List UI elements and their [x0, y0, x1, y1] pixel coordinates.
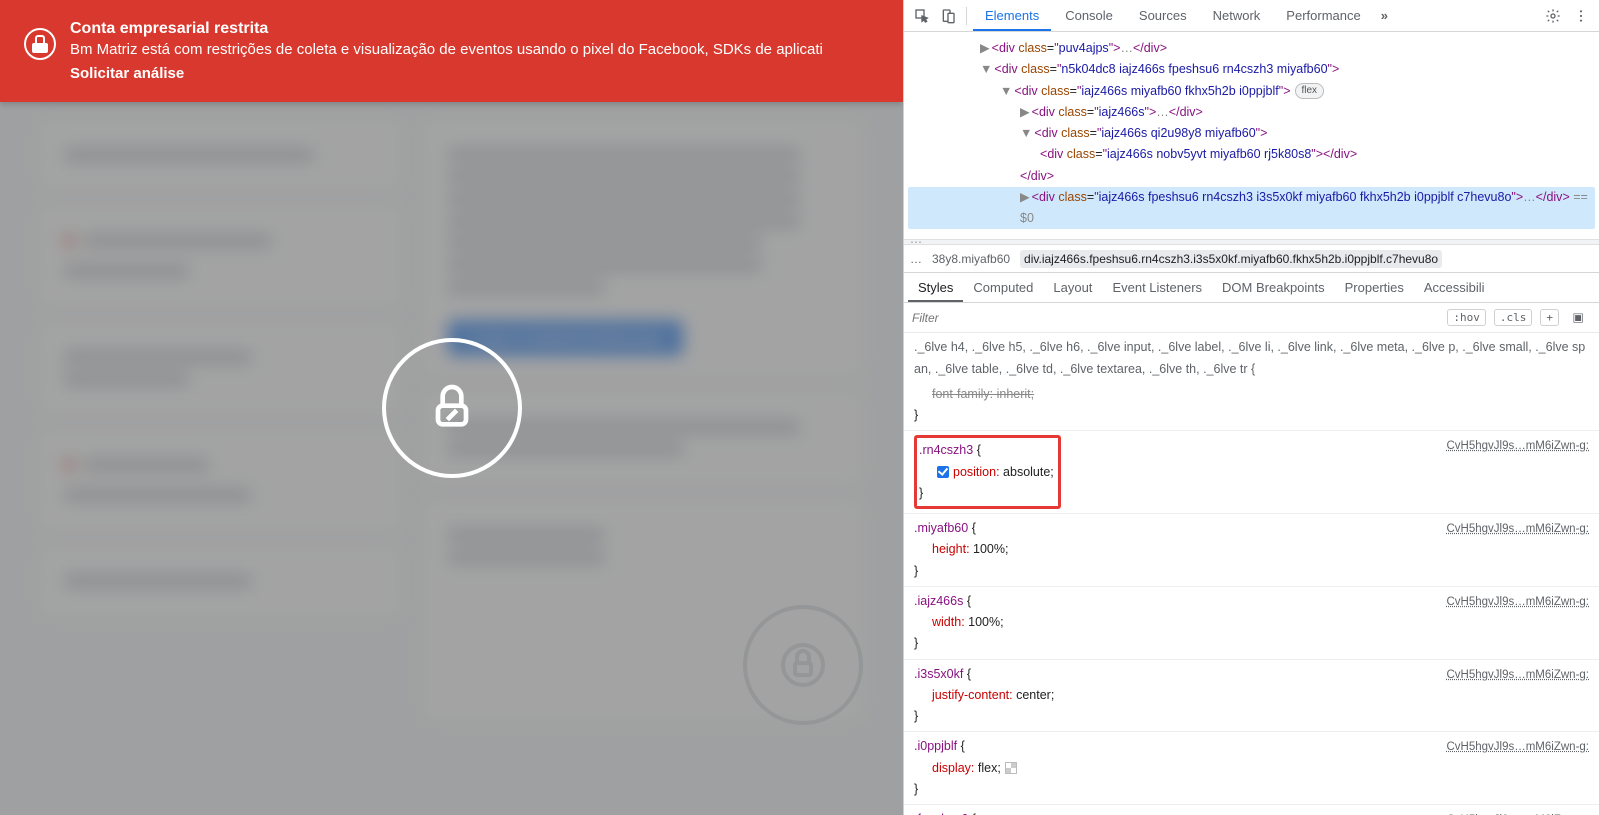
request-review-link[interactable]: Solicitar análise: [70, 64, 879, 84]
rule-source-link[interactable]: CvH5hgvJl9s…mM6iZwn-g:: [1446, 738, 1589, 758]
breadcrumb-item[interactable]: …: [910, 252, 922, 266]
subtab-layout[interactable]: Layout: [1043, 275, 1102, 300]
banner-body: Bm Matriz está com restrições de coleta …: [70, 40, 879, 60]
styles-pane-menu-icon[interactable]: ▣: [1567, 306, 1591, 330]
lock-icon: [24, 28, 56, 60]
tab-performance[interactable]: Performance: [1274, 2, 1372, 29]
subtab-computed[interactable]: Computed: [963, 275, 1043, 300]
css-rule[interactable]: CvH5hgvJl9s…mM6iZwn-g:.rn4cszh3 {positio…: [904, 431, 1599, 514]
styles-filter-bar: :hov .cls + ▣: [904, 303, 1599, 333]
hov-toggle[interactable]: :hov: [1447, 309, 1486, 326]
dom-node[interactable]: ▼<div class="n5k04dc8 iajz466s fpeshsu6 …: [908, 59, 1595, 80]
rule-source-link[interactable]: CvH5hgvJl9s…mM6iZwn-g:: [1446, 520, 1589, 540]
subtab-accessibili[interactable]: Accessibili: [1414, 275, 1495, 300]
subtab-dom-breakpoints[interactable]: DOM Breakpoints: [1212, 275, 1335, 300]
device-toggle-icon[interactable]: [936, 4, 960, 28]
styles-subtabs: StylesComputedLayoutEvent ListenersDOM B…: [904, 273, 1599, 303]
elements-dom-tree[interactable]: ▶<div class="puv4ajps">…</div>▼<div clas…: [904, 32, 1599, 239]
rule-source-link[interactable]: CvH5hgvJl9s…mM6iZwn-g:: [1446, 593, 1589, 613]
overridden-property[interactable]: font-family: inherit;: [914, 384, 1589, 405]
tab-network[interactable]: Network: [1201, 2, 1273, 29]
subtab-styles[interactable]: Styles: [908, 275, 963, 302]
rule-source-link[interactable]: CvH5hgvJl9s…mM6iZwn-g:: [1446, 811, 1589, 815]
gear-icon[interactable]: [1541, 4, 1565, 28]
css-rule[interactable]: CvH5hgvJl9s…mM6iZwn-g:.fpeshsu6 {}: [904, 805, 1599, 815]
cls-toggle[interactable]: .cls: [1494, 309, 1533, 326]
inherited-selectors: ._6lve h4, ._6lve h5, ._6lve h6, ._6lve …: [904, 333, 1599, 380]
dom-node[interactable]: ▶<div class="puv4ajps">…</div>: [908, 38, 1595, 59]
dom-node[interactable]: <div class="iajz466s nobv5yvt miyafb60 r…: [908, 144, 1595, 165]
dom-node[interactable]: </div>: [908, 166, 1595, 187]
css-rule[interactable]: CvH5hgvJl9s…mM6iZwn-g:.iajz466s {width: …: [904, 587, 1599, 660]
dom-node[interactable]: ▼<div class="iajz466s miyafb60 fkhx5h2b …: [908, 81, 1595, 102]
subtab-properties[interactable]: Properties: [1335, 275, 1414, 300]
tabs-overflow[interactable]: »: [1375, 8, 1394, 23]
css-rule[interactable]: CvH5hgvJl9s…mM6iZwn-g:.i0ppjblf {display…: [904, 732, 1599, 805]
css-rule[interactable]: CvH5hgvJl9s…mM6iZwn-g:.miyafb60 {height:…: [904, 514, 1599, 587]
breadcrumb-item[interactable]: div.iajz466s.fpeshsu6.rn4cszh3.i3s5x0kf.…: [1020, 250, 1442, 268]
dom-node[interactable]: ▶<div class="iajz466s fpeshsu6 rn4cszh3 …: [908, 187, 1595, 230]
dom-breadcrumbs[interactable]: … 38y8.miyafb60 div.iajz466s.fpeshsu6.rn4c…: [904, 245, 1599, 273]
app-pane: Ir para a Central de Recursos Conta empr…: [0, 0, 903, 815]
new-rule-button[interactable]: +: [1540, 309, 1559, 326]
tab-sources[interactable]: Sources: [1127, 2, 1199, 29]
dom-node[interactable]: ▼<div class="iajz466s qi2u98y8 miyafb60"…: [908, 123, 1595, 144]
rule-source-link[interactable]: CvH5hgvJl9s…mM6iZwn-g:: [1446, 666, 1589, 686]
lock-badge-center: [382, 338, 522, 478]
property-toggle[interactable]: [937, 466, 949, 478]
breadcrumb-item[interactable]: 38y8.miyafb60: [932, 252, 1010, 266]
kebab-menu-icon[interactable]: [1569, 4, 1593, 28]
flex-editor-icon[interactable]: [1005, 762, 1017, 774]
styles-rules-panel[interactable]: ._6lve h4, ._6lve h5, ._6lve h6, ._6lve …: [904, 333, 1599, 815]
rule-source-link[interactable]: CvH5hgvJl9s…mM6iZwn-g:: [1446, 437, 1589, 457]
styles-filter-input[interactable]: [912, 311, 1439, 325]
subtab-event-listeners[interactable]: Event Listeners: [1102, 275, 1212, 300]
inspect-element-icon[interactable]: [910, 4, 934, 28]
devtools-pane: Elements Console Sources Network Perform…: [903, 0, 1599, 815]
banner-title: Conta empresarial restrita: [70, 18, 879, 40]
dom-node[interactable]: ▶<div class="iajz466s">…</div>: [908, 102, 1595, 123]
css-rule[interactable]: CvH5hgvJl9s…mM6iZwn-g:.i3s5x0kf {justify…: [904, 660, 1599, 733]
restriction-banner: Conta empresarial restrita Bm Matriz est…: [0, 0, 903, 102]
tab-console[interactable]: Console: [1053, 2, 1125, 29]
tab-elements[interactable]: Elements: [973, 2, 1051, 31]
devtools-toolbar: Elements Console Sources Network Perform…: [904, 0, 1599, 32]
